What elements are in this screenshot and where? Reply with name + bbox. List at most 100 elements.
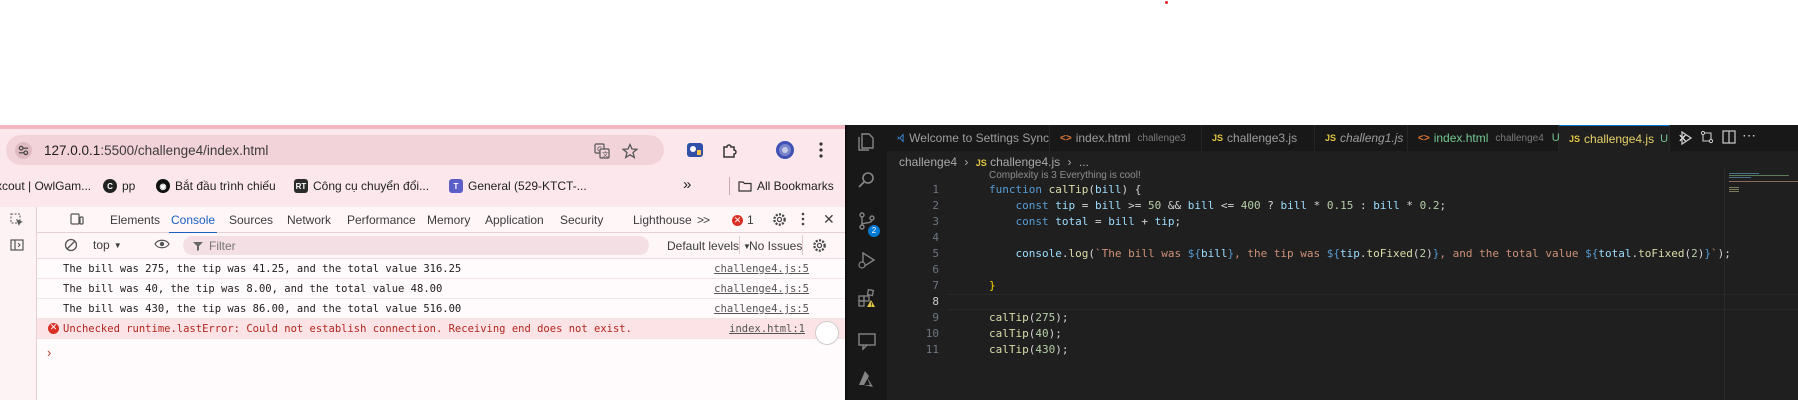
tab-network[interactable]: Network (287, 213, 331, 227)
vscode-icon (897, 133, 904, 143)
run-debug-icon[interactable] (856, 249, 878, 271)
tab-challeng1-js[interactable]: JS challeng1.js (1315, 125, 1408, 151)
devtools-tabbar: Elements Console Sources Network Perform… (37, 207, 845, 234)
extensions-icon[interactable]: ! (856, 287, 878, 309)
tab-performance[interactable]: Performance (347, 213, 416, 227)
bookmarks-divider (729, 177, 730, 195)
code-line: calTip(430); (989, 343, 1069, 356)
console-prompt[interactable]: › (47, 345, 51, 360)
bookmark-item[interactable]: RT Công cụ chuyển đổi... (294, 179, 429, 193)
error-x-icon: ✕ (732, 214, 743, 226)
context-selector[interactable]: top ▼ (93, 238, 122, 252)
code-editor[interactable]: Complexity is 3 Everything is cool! 1 2 … (887, 169, 1798, 400)
line-number: 11 (925, 343, 939, 356)
bookmark-label: pp (122, 179, 136, 193)
log-source-link[interactable]: challenge4.js:5 (714, 263, 809, 275)
line-number: 3 (932, 215, 939, 228)
device-toolbar-icon[interactable] (70, 212, 84, 229)
extensions-icon[interactable] (720, 140, 740, 160)
html-file-icon: <> (1060, 132, 1072, 144)
error-message: Unchecked runtime.lastError: Could not e… (63, 323, 632, 335)
devtools-menu-icon[interactable] (801, 212, 805, 229)
tab-label: index.html (1075, 131, 1131, 145)
bookmarks-overflow-button[interactable]: » (683, 176, 691, 193)
line-number: 6 (932, 263, 939, 276)
more-tabs-button[interactable]: >> (697, 213, 710, 227)
remote-explorer-icon[interactable] (856, 330, 878, 352)
site-info-icon[interactable] (15, 142, 32, 159)
inspect-element-icon[interactable] (10, 213, 24, 232)
breadcrumb-folder[interactable]: challenge4 (899, 155, 957, 169)
live-expression-eye-icon[interactable] (154, 238, 170, 253)
code-line: function calTip(bill) { (989, 183, 1142, 196)
bookmark-item[interactable]: Cpp (103, 179, 135, 193)
bookmark-label: Công cụ chuyển đổi... (313, 179, 430, 193)
filter-icon (193, 241, 203, 251)
bookmark-item[interactable]: ◉ Bắt đầu trình chiếu (156, 179, 276, 193)
tab-label: index.html (1433, 131, 1489, 145)
html-file-icon: <> (1418, 132, 1430, 144)
tab-application[interactable]: Application (485, 213, 544, 227)
chrome-menu-icon[interactable] (811, 140, 831, 160)
url-path: :5500/challenge4/index.html (100, 143, 269, 158)
line-number: 4 (932, 231, 939, 244)
minimap[interactable] (1724, 169, 1798, 400)
tab-challenge4-js[interactable]: JS challenge4.js U ✕ (1559, 125, 1687, 151)
console-settings-gear-icon[interactable] (812, 238, 827, 256)
bookmark-item[interactable]: T General (529-KTCT-... (449, 179, 587, 193)
error-counter[interactable]: ✕ 1 (732, 213, 754, 227)
tab-index-html-challenge4[interactable]: <> index.html challenge4 U (1408, 125, 1560, 151)
close-devtools-icon[interactable]: ✕ (823, 211, 835, 228)
toggle-sidebar-icon[interactable] (10, 238, 24, 256)
tab-elements[interactable]: Elements (110, 213, 160, 227)
floating-scroll-handle[interactable] (815, 321, 839, 345)
bookmark-label: xcout | OwlGam... (0, 179, 92, 193)
settings-gear-icon[interactable] (772, 212, 787, 230)
tab-welcome-settings-sync[interactable]: Welcome to Settings Sync (887, 125, 1050, 151)
error-icon: ✕ (48, 323, 59, 334)
screenshot: 127.0.0.1:5500/challenge4/index.html G文 … (0, 0, 1798, 400)
azure-icon[interactable] (856, 368, 878, 390)
tab-label: challenge3.js (1227, 131, 1298, 145)
log-source-link[interactable]: challenge4.js:5 (714, 283, 809, 295)
profile-avatar[interactable] (775, 140, 795, 160)
line-number: 8 (932, 295, 939, 308)
bookmark-item[interactable]: xcout | OwlGam... (0, 179, 91, 193)
url-text[interactable]: 127.0.0.1:5500/challenge4/index.html (44, 143, 268, 158)
tab-memory[interactable]: Memory (427, 213, 470, 227)
error-source-link[interactable]: index.html:1 (729, 323, 805, 335)
console-output: The bill was 275, the tip was 41.25, and… (37, 259, 845, 400)
translate-icon[interactable]: G文 (594, 143, 610, 159)
issues-counter[interactable]: No Issues (749, 239, 802, 253)
star-icon[interactable] (622, 143, 638, 159)
code-lens[interactable]: Complexity is 3 Everything is cool! (989, 170, 1141, 181)
tab-console[interactable]: Console (168, 213, 218, 234)
search-icon[interactable] (856, 169, 878, 191)
compare-changes-icon[interactable] (1700, 130, 1714, 147)
bookmark-label: General (529-KTCT-... (468, 179, 587, 193)
breadcrumb-symbol[interactable]: ... (1079, 155, 1089, 169)
tab-security[interactable]: Security (560, 213, 603, 227)
tab-index-html-challenge3[interactable]: <> index.html challenge3 (1050, 125, 1202, 151)
log-source-link[interactable]: challenge4.js:5 (714, 303, 809, 315)
source-control-badge: 2 (868, 225, 880, 237)
current-line-highlight (947, 294, 1798, 310)
more-actions-icon[interactable]: ⋯ (1742, 127, 1756, 144)
console-filter-input[interactable]: Filter (183, 236, 649, 255)
tab-lighthouse[interactable]: Lighthouse (633, 213, 692, 227)
bookmark-label: Bắt đầu trình chiếu (175, 179, 276, 193)
screen-capture-extension-icon[interactable] (685, 140, 705, 160)
split-editor-icon[interactable] (1722, 130, 1736, 147)
tab-sources[interactable]: Sources (229, 213, 273, 227)
explorer-icon[interactable] (856, 131, 878, 153)
console-log-row: The bill was 40, the tip was 8.00, and t… (37, 279, 845, 299)
tab-challenge3-js[interactable]: JS challenge3.js (1202, 125, 1315, 151)
code-line: calTip(275); (989, 311, 1069, 324)
clear-console-icon[interactable] (64, 238, 78, 255)
all-bookmarks-button[interactable]: All Bookmarks (738, 179, 834, 193)
line-number: 9 (932, 311, 939, 324)
run-file-icon[interactable] (1680, 130, 1693, 148)
breadcrumb-file[interactable]: challenge4.js (990, 155, 1060, 169)
address-bar[interactable]: 127.0.0.1:5500/challenge4/index.html G文 (6, 135, 664, 165)
svg-text:文: 文 (602, 150, 609, 159)
